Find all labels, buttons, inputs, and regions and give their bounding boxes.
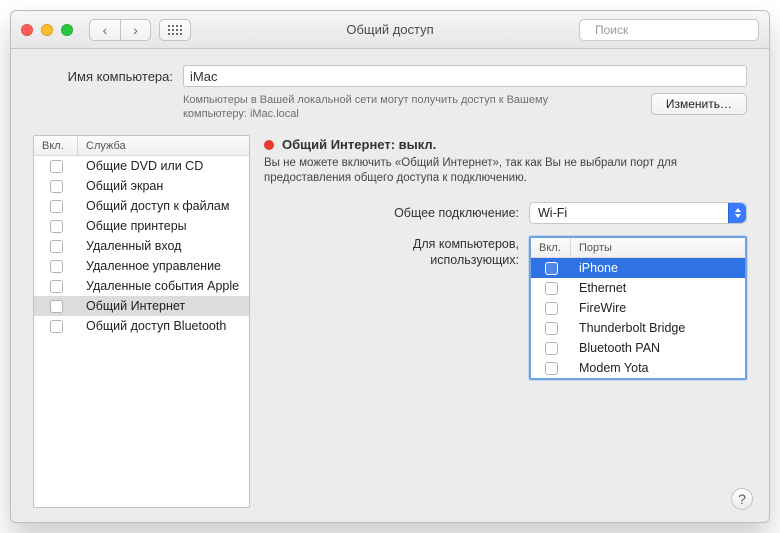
service-checkbox[interactable] bbox=[50, 260, 63, 273]
services-header: Вкл. Служба bbox=[34, 136, 249, 156]
port-label: Modem Yota bbox=[571, 361, 745, 375]
service-checkbox[interactable] bbox=[50, 180, 63, 193]
service-row[interactable]: Общий Интернет bbox=[34, 296, 249, 316]
help-icon: ? bbox=[738, 491, 746, 507]
service-label: Общие DVD или CD bbox=[78, 159, 249, 173]
computer-name-hint: Компьютеры в Вашей локальной сети могут … bbox=[183, 93, 641, 121]
window-controls bbox=[21, 24, 73, 36]
service-label: Общий доступ к файлам bbox=[78, 199, 249, 213]
service-label: Общий доступ Bluetooth bbox=[78, 319, 249, 333]
share-from-row: Общее подключение: Wi-Fi bbox=[264, 202, 747, 224]
service-label: Общие принтеры bbox=[78, 219, 249, 233]
service-row[interactable]: Общие принтеры bbox=[34, 216, 249, 236]
help-button[interactable]: ? bbox=[731, 488, 753, 510]
ports-header-on: Вкл. bbox=[531, 238, 571, 257]
service-label: Общий экран bbox=[78, 179, 249, 193]
service-label: Общий Интернет bbox=[78, 299, 249, 313]
services-table: Вкл. Служба Общие DVD или CDОбщий экранО… bbox=[33, 135, 250, 508]
services-header-name: Служба bbox=[78, 136, 249, 155]
port-row[interactable]: iPhone bbox=[531, 258, 745, 278]
services-body: Общие DVD или CD Общий экран Общий доступ … bbox=[34, 156, 249, 336]
services-header-on: Вкл. bbox=[34, 136, 78, 155]
search-icon bbox=[588, 24, 589, 36]
port-label: Thunderbolt Bridge bbox=[571, 321, 745, 335]
service-label: Удаленный вход bbox=[78, 239, 249, 253]
search-field[interactable] bbox=[579, 19, 759, 41]
service-row[interactable]: Общие DVD или CD bbox=[34, 156, 249, 176]
minimize-icon[interactable] bbox=[41, 24, 53, 36]
port-row[interactable]: Thunderbolt Bridge bbox=[531, 318, 745, 338]
grid-icon bbox=[168, 25, 182, 35]
port-label: Bluetooth PAN bbox=[571, 341, 745, 355]
forward-button[interactable]: › bbox=[120, 20, 150, 40]
port-checkbox[interactable] bbox=[545, 282, 558, 295]
titlebar: ‹ › Общий доступ bbox=[11, 11, 769, 49]
ports-header: Вкл. Порты bbox=[531, 238, 745, 258]
service-label: Удаленные события Apple bbox=[78, 279, 249, 293]
share-from-label: Общее подключение: bbox=[264, 206, 519, 220]
main-content: Вкл. Служба Общие DVD или CDОбщий экранО… bbox=[11, 129, 769, 522]
computer-name-input[interactable] bbox=[183, 65, 747, 87]
service-checkbox[interactable] bbox=[50, 280, 63, 293]
service-checkbox[interactable] bbox=[50, 320, 63, 333]
port-label: Ethernet bbox=[571, 281, 745, 295]
service-checkbox[interactable] bbox=[50, 300, 63, 313]
service-row[interactable]: Общий экран bbox=[34, 176, 249, 196]
port-label: FireWire bbox=[571, 301, 745, 315]
port-row[interactable]: Bluetooth PAN bbox=[531, 338, 745, 358]
service-row[interactable]: Удаленное управление bbox=[34, 256, 249, 276]
service-checkbox[interactable] bbox=[50, 220, 63, 233]
status-title: Общий Интернет: выкл. bbox=[282, 137, 436, 152]
ports-header-name: Порты bbox=[571, 238, 745, 257]
ports-body: iPhone Ethernet FireWire Thunderbolt Bridge… bbox=[531, 258, 745, 378]
search-input[interactable] bbox=[595, 23, 750, 37]
port-checkbox[interactable] bbox=[545, 342, 558, 355]
service-row[interactable]: Общий доступ к файлам bbox=[34, 196, 249, 216]
show-all-button[interactable] bbox=[159, 19, 191, 41]
port-row[interactable]: Ethernet bbox=[531, 278, 745, 298]
back-button[interactable]: ‹ bbox=[90, 20, 120, 40]
service-checkbox[interactable] bbox=[50, 240, 63, 253]
ports-label: Для компьютеров, использующих: bbox=[264, 236, 519, 380]
computer-name-section: Имя компьютера: Компьютеры в Вашей локал… bbox=[11, 49, 769, 129]
service-checkbox[interactable] bbox=[50, 160, 63, 173]
port-row[interactable]: FireWire bbox=[531, 298, 745, 318]
select-stepper-icon bbox=[728, 203, 746, 223]
service-row[interactable]: Удаленный вход bbox=[34, 236, 249, 256]
port-checkbox[interactable] bbox=[545, 322, 558, 335]
ports-area: Для компьютеров, использующих: Вкл. Порт… bbox=[264, 236, 747, 380]
service-row[interactable]: Общий доступ Bluetooth bbox=[34, 316, 249, 336]
port-label: iPhone bbox=[571, 261, 745, 275]
service-checkbox[interactable] bbox=[50, 200, 63, 213]
nav-back-forward: ‹ › bbox=[89, 19, 151, 41]
zoom-icon[interactable] bbox=[61, 24, 73, 36]
share-from-value: Wi-Fi bbox=[538, 206, 567, 220]
ports-table: Вкл. Порты iPhone Ethernet FireWire Thunder… bbox=[529, 236, 747, 380]
edit-hostname-button[interactable]: Изменить… bbox=[651, 93, 747, 115]
share-from-select[interactable]: Wi-Fi bbox=[529, 202, 747, 224]
service-label: Удаленное управление bbox=[78, 259, 249, 273]
computer-name-label: Имя компьютера: bbox=[33, 69, 173, 84]
service-row[interactable]: Удаленные события Apple bbox=[34, 276, 249, 296]
port-checkbox[interactable] bbox=[545, 302, 558, 315]
port-row[interactable]: Modem Yota bbox=[531, 358, 745, 378]
status-explanation: Вы не можете включить «Общий Интернет», … bbox=[264, 156, 747, 186]
detail-pane: Общий Интернет: выкл. Вы не можете включ… bbox=[264, 135, 747, 508]
status-line: Общий Интернет: выкл. bbox=[264, 137, 747, 152]
port-checkbox[interactable] bbox=[545, 262, 558, 275]
port-checkbox[interactable] bbox=[545, 362, 558, 375]
close-icon[interactable] bbox=[21, 24, 33, 36]
preferences-window: ‹ › Общий доступ Имя компьютера: Компьют… bbox=[10, 10, 770, 523]
status-indicator-icon bbox=[264, 140, 274, 150]
